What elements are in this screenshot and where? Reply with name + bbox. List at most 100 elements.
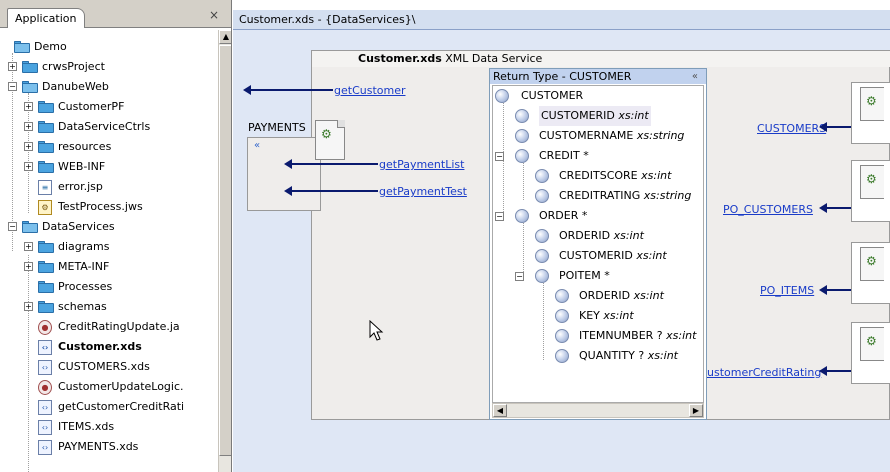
schema-tree: CUSTOMER CUSTOMERID xs:int CUSTOMERNAME … <box>492 85 704 403</box>
tree-item-meta-inf[interactable]: + META-INF <box>0 257 218 277</box>
scrollbar-thumb[interactable] <box>219 45 231 456</box>
jws-file-icon: ⚙ <box>38 200 52 215</box>
expand-icon[interactable]: + <box>24 302 33 311</box>
collapse-icon[interactable]: − <box>8 82 17 91</box>
expand-icon[interactable]: + <box>24 142 33 151</box>
tree-item-dataservicectrls[interactable]: + DataServiceCtrls <box>0 117 218 137</box>
tree-item-resources[interactable]: + resources <box>0 137 218 157</box>
xds-file-icon: ‹› <box>38 360 52 375</box>
design-title: Customer.xds XML Data Service <box>312 51 890 67</box>
credit-rating-data-source[interactable]: ⚙ <box>851 322 890 384</box>
editor-tab-label: Customer.xds - {DataServices}\ <box>239 13 416 26</box>
folder-icon <box>38 301 54 313</box>
close-icon[interactable]: × <box>209 9 219 21</box>
data-source-icon: ⚙ <box>860 247 884 281</box>
jsp-file-icon: ≡ <box>38 180 52 195</box>
collapse-chevron-icon[interactable]: « <box>692 69 698 84</box>
po-items-data-source[interactable]: ⚙ <box>851 242 890 304</box>
java-file-icon: ● <box>38 320 52 335</box>
tree-item-label: PAYMENTS.xds <box>58 440 139 453</box>
xds-file-icon: ‹› <box>38 440 52 455</box>
java-file-icon: ● <box>38 380 52 395</box>
tree-item-label: diagrams <box>58 240 110 253</box>
tree-item-label: CUSTOMERS.xds <box>58 360 150 373</box>
expand-icon[interactable]: + <box>8 62 17 71</box>
arrow-left-icon <box>243 85 251 95</box>
scroll-up-icon[interactable]: ▲ <box>219 30 231 44</box>
tree-item-error-jsp[interactable]: ≡ error.jsp <box>0 177 218 197</box>
arrow-left-icon <box>284 159 292 169</box>
collapse-icon[interactable]: − <box>495 152 504 161</box>
folder-icon <box>38 121 54 133</box>
tree-item-customers-xds[interactable]: ‹› CUSTOMERS.xds <box>0 357 218 377</box>
application-tabstrip: Application × <box>0 0 231 28</box>
scroll-left-icon[interactable]: ◀ <box>493 404 507 417</box>
tree-item-payments-xds[interactable]: ‹› PAYMENTS.xds <box>0 437 218 457</box>
collapse-icon[interactable]: − <box>495 212 504 221</box>
tree-item-customerpf[interactable]: + CustomerPF <box>0 97 218 117</box>
payments-data-icon: ⚙ <box>315 120 345 160</box>
design-title-type: XML Data Service <box>445 52 543 65</box>
tree-item-label: CustomerUpdateLogic. <box>58 380 184 393</box>
tree-item-customer-xds[interactable]: ‹› Customer.xds <box>0 337 218 357</box>
expand-icon[interactable]: + <box>24 122 33 131</box>
tree-item-dataservices[interactable]: − DataServices <box>0 217 218 237</box>
expand-icon[interactable]: + <box>24 262 33 271</box>
tree-item-web-inf[interactable]: + WEB-INF <box>0 157 218 177</box>
xds-file-icon: ‹› <box>38 340 52 355</box>
tree-item-danubeweb[interactable]: − DanubeWeb <box>0 77 218 97</box>
get-customer-link[interactable]: getCustomer <box>334 84 406 97</box>
tree-item-customerupdatelogic[interactable]: ● CustomerUpdateLogic. <box>0 377 218 397</box>
schema-node-name: ORDER * <box>539 209 588 222</box>
po-customers-link[interactable]: PO_CUSTOMERS <box>723 203 813 216</box>
tree-item-label: getCustomerCreditRati <box>58 400 185 413</box>
editor-tab-title[interactable]: Customer.xds - {DataServices}\ <box>233 10 890 30</box>
collapse-icon[interactable]: − <box>515 272 524 281</box>
tree-item-processes[interactable]: Processes <box>0 277 218 297</box>
element-node-icon <box>535 169 549 183</box>
collapse-chevron-icon[interactable]: « <box>254 140 260 151</box>
tree-item-demo[interactable]: Demo <box>0 37 218 57</box>
expand-icon[interactable]: + <box>24 242 33 251</box>
get-payment-list-link[interactable]: getPaymentList <box>379 158 464 171</box>
tree-item-label: CustomerPF <box>58 100 125 113</box>
customers-data-source[interactable]: ⚙ <box>851 82 890 144</box>
po-items-link[interactable]: PO_ITEMS <box>760 284 814 297</box>
schema-node-name: CREDIT * <box>539 149 589 162</box>
po-customers-data-source[interactable]: ⚙ <box>851 160 890 222</box>
tree-item-items-xds[interactable]: ‹› ITEMS.xds <box>0 417 218 437</box>
element-node-icon <box>515 109 529 123</box>
tree-item-schemas[interactable]: + schemas <box>0 297 218 317</box>
payments-label: PAYMENTS <box>248 121 306 134</box>
folder-icon <box>38 261 54 273</box>
schema-node-name: CUSTOMERID xs:int <box>559 249 667 262</box>
customers-link[interactable]: CUSTOMERS <box>757 122 826 135</box>
get-payment-test-link[interactable]: getPaymentTest <box>379 185 467 198</box>
schema-node-name: CUSTOMERID xs:int <box>539 106 651 126</box>
design-canvas[interactable]: Customer.xds XML Data Service getCustome… <box>233 30 890 472</box>
tree-item-label: ITEMS.xds <box>58 420 115 433</box>
arrow-line <box>292 163 378 165</box>
tree-item-testprocess-jws[interactable]: ⚙ TestProcess.jws <box>0 197 218 217</box>
application-tab[interactable]: Application <box>7 8 85 28</box>
element-node-icon <box>555 309 569 323</box>
tree-scrollbar[interactable]: ▲ <box>218 30 231 472</box>
element-node-icon <box>515 129 529 143</box>
expand-icon[interactable]: + <box>24 102 33 111</box>
arrow-line <box>251 89 333 91</box>
tree-item-diagrams[interactable]: + diagrams <box>0 237 218 257</box>
schema-hscrollbar[interactable]: ◀ ▶ <box>492 403 704 418</box>
folder-icon <box>38 241 54 253</box>
arrow-left-icon <box>819 122 827 132</box>
customer-credit-rating-link[interactable]: ustomerCreditRating <box>707 366 821 379</box>
tree-item-creditratingupdate[interactable]: ● CreditRatingUpdate.ja <box>0 317 218 337</box>
folder-icon <box>38 141 54 153</box>
scroll-right-icon[interactable]: ▶ <box>689 404 703 417</box>
schema-node-customerid[interactable]: CUSTOMERID xs:int <box>493 106 703 126</box>
expand-icon[interactable]: + <box>24 162 33 171</box>
tree-item-crwsproject[interactable]: + crwsProject <box>0 57 218 77</box>
payments-box[interactable]: « <box>247 137 321 211</box>
data-source-icon: ⚙ <box>860 165 884 199</box>
collapse-icon[interactable]: − <box>8 222 17 231</box>
tree-item-getcustomercreditrating[interactable]: ‹› getCustomerCreditRati <box>0 397 218 417</box>
